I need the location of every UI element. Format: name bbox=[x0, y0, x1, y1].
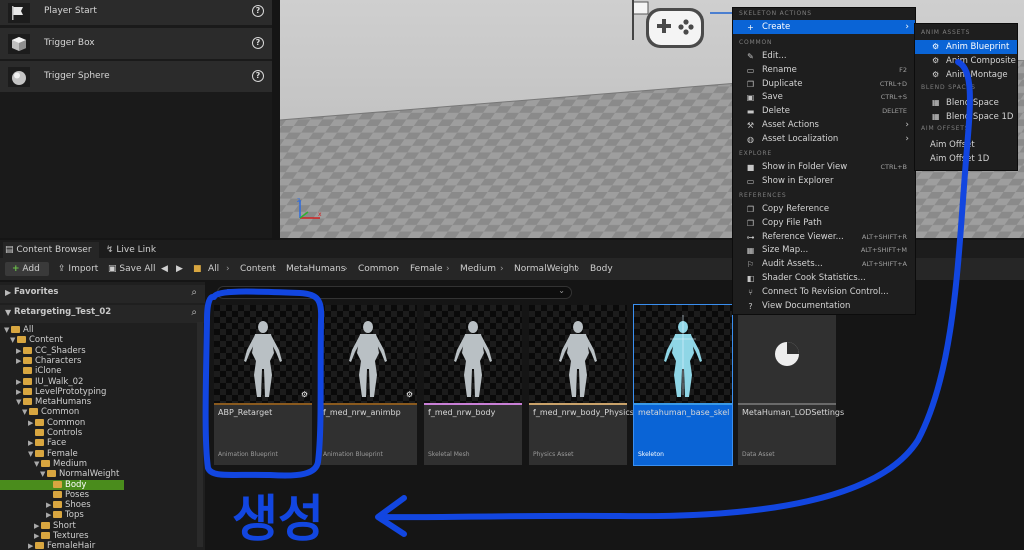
annotation-overlay: 생성 bbox=[202, 59, 973, 548]
annotation-circle bbox=[202, 288, 325, 479]
annotation-arrow bbox=[382, 59, 973, 521]
annotation-text: 생성 bbox=[232, 490, 324, 548]
